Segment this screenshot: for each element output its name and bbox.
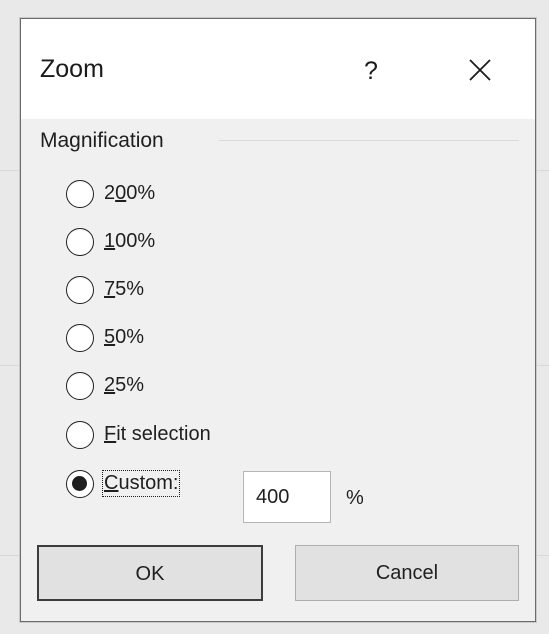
ok-button[interactable]: OK	[37, 545, 263, 601]
option-75-label: 75%	[104, 278, 145, 300]
option-25-radio[interactable]	[66, 372, 94, 400]
option-fit-selection-label: Fit selection	[104, 423, 211, 445]
cancel-button[interactable]: Cancel	[295, 545, 519, 601]
help-button[interactable]: ?	[341, 43, 401, 99]
option-custom-label: Custom:	[101, 470, 181, 497]
option-100-radio[interactable]	[66, 228, 94, 256]
close-button[interactable]	[451, 43, 511, 99]
option-50-radio[interactable]	[66, 324, 94, 352]
option-fit-selection-radio[interactable]	[66, 421, 94, 449]
group-divider	[219, 140, 519, 141]
option-50-label: 50%	[104, 326, 145, 348]
custom-zoom-input[interactable]	[243, 471, 331, 523]
option-75-radio[interactable]	[66, 276, 94, 304]
magnification-group-label: Magnification	[40, 129, 174, 153]
zoom-dialog: Zoom ? Magnification 200% 100% 75% 50% 25% Fi…	[20, 18, 536, 622]
option-100-label: 100%	[104, 230, 156, 252]
dialog-titlebar: Zoom ?	[21, 19, 535, 119]
dialog-title: Zoom	[40, 55, 104, 83]
option-25-label: 25%	[104, 374, 145, 396]
option-200-label: 200%	[104, 182, 156, 204]
percent-unit-label: %	[346, 487, 364, 509]
close-icon	[469, 59, 491, 81]
option-custom-radio[interactable]	[66, 470, 94, 498]
option-200-radio[interactable]	[66, 180, 94, 208]
